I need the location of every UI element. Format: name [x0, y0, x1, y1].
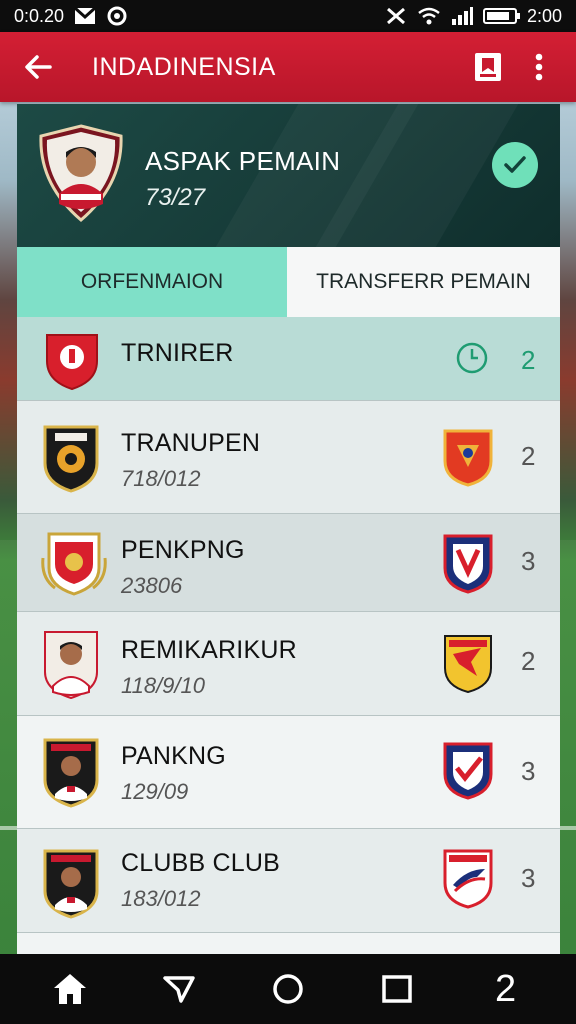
back-button[interactable] — [0, 32, 76, 102]
app-title: INDADINENSIA — [92, 52, 276, 81]
list-item-date: 183/012 — [121, 886, 201, 911]
signal-icon — [451, 7, 473, 25]
club-crest-icon — [41, 423, 101, 498]
club-crest-icon — [441, 532, 495, 599]
nav-square-button[interactable] — [367, 959, 427, 1019]
more-options-button[interactable] — [516, 32, 562, 102]
list-item-name: PANKNG — [121, 742, 226, 770]
bookmark-button[interactable] — [460, 32, 516, 102]
club-crest-icon — [41, 528, 107, 601]
player-avatar-icon — [41, 736, 101, 813]
nav-circle-button[interactable] — [258, 959, 318, 1019]
square-icon — [382, 975, 412, 1003]
list-item[interactable]: TRNIRER 2 — [17, 317, 560, 401]
profile-avatar-badge — [37, 124, 125, 222]
list-item[interactable]: REMIKARIKUR 118/9/10 2 — [17, 612, 560, 716]
club-crest-icon — [441, 632, 495, 699]
player-name: ASPAK PEMAIN — [145, 146, 341, 176]
timer-icon[interactable] — [455, 341, 489, 380]
player-avatar-icon — [41, 847, 101, 924]
battery-icon — [482, 8, 520, 24]
club-crest-icon — [441, 427, 495, 492]
list-item-date: 129/09 — [121, 779, 189, 804]
home-icon — [54, 974, 87, 1004]
list-item[interactable]: PANKNG 129/09 3 — [17, 716, 560, 829]
list-item-date: 23806 — [121, 573, 183, 598]
status-time-right: 2:00 — [526, 5, 562, 26]
verify-button[interactable] — [492, 142, 538, 188]
check-icon — [504, 156, 526, 173]
nav-home-button[interactable] — [40, 959, 100, 1019]
list-item-count: 2 — [521, 646, 536, 676]
mute-icon — [385, 6, 407, 26]
wifi-icon — [417, 7, 441, 25]
list-item-date: 718/012 — [121, 466, 201, 491]
nav-last-button[interactable]: 2 — [476, 959, 536, 1019]
list-item[interactable]: PENKPNG 23806 3 — [17, 514, 560, 612]
list-item-name: TRANUPEN — [121, 429, 261, 457]
list-item[interactable]: CLUBB CLUB 183/012 3 — [17, 829, 560, 933]
more-vert-icon — [535, 53, 543, 81]
app-bar: INDADINENSIA — [0, 32, 576, 102]
profile-card: ASPAK PEMAIN 73/27 — [17, 104, 560, 247]
club-crest-icon — [441, 740, 495, 805]
list-item-name: TRNIRER — [121, 339, 234, 367]
tab-transfer-pemain[interactable]: TRANSFERR PEMAIN — [287, 247, 560, 317]
list-item-name: PENKPNG — [121, 536, 245, 564]
list-item[interactable]: TRANUPEN 718/012 2 — [17, 401, 560, 514]
list-item-date: 118/9/10 — [121, 673, 206, 698]
list-item-name: REMIKARIKUR — [121, 636, 297, 664]
sync-icon — [106, 5, 128, 27]
list-item-name: CLUBB CLUB — [121, 849, 280, 877]
player-avatar-icon — [41, 628, 101, 705]
send-icon — [163, 976, 195, 1003]
status-bar: 0:0.20 2:00 — [0, 0, 576, 32]
gmail-icon — [74, 7, 97, 25]
list-item-count: 2 — [521, 345, 536, 375]
club-crest-icon — [441, 847, 495, 914]
tab-information[interactable]: ORFENMAION — [17, 247, 287, 317]
list-item[interactable] — [17, 933, 560, 955]
club-crest-icon — [41, 331, 103, 396]
tab-bar: ORFENMAION TRANSFERR PEMAIN — [17, 247, 560, 317]
navigation-bar: 2 — [0, 954, 576, 1024]
list-item-count: 3 — [521, 546, 536, 576]
bookmark-icon — [475, 53, 501, 81]
nav-send-button[interactable] — [149, 959, 209, 1019]
player-date: 73/27 — [145, 184, 206, 211]
list-item-count: 3 — [521, 756, 536, 786]
circle-icon — [273, 974, 303, 1004]
status-time-left: 0:0.20 — [14, 5, 65, 26]
player-list: TRNIRER 2 TRANUPEN 718/012 2 PENKPNG 238… — [17, 317, 560, 955]
list-item-count: 2 — [521, 441, 536, 471]
arrow-left-icon — [25, 55, 52, 79]
list-item-count: 3 — [521, 863, 536, 893]
